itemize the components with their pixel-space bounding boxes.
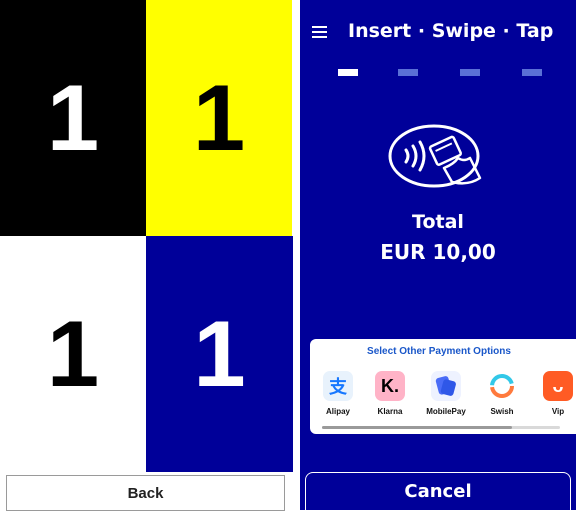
progress-indicator — [338, 69, 548, 77]
swish-icon — [487, 371, 517, 401]
cancel-button[interactable]: Cancel — [305, 472, 571, 510]
payment-option-label: Alipay — [325, 407, 350, 416]
total-label: Total — [412, 211, 464, 233]
payment-option-label: Swish — [490, 407, 514, 416]
payment-option-label: Vip — [551, 407, 565, 416]
blue-cell: 1 — [146, 236, 293, 472]
alipay-icon: 支 — [323, 371, 353, 401]
cell-number: 1 — [46, 301, 100, 406]
contactless-card-icon — [388, 124, 482, 188]
scrollbar-thumb[interactable] — [322, 426, 512, 429]
horizontal-scrollbar[interactable] — [322, 426, 560, 429]
payment-option-label: MobilePay — [426, 407, 466, 416]
color-test-screen: 1 1 1 1 Back — [0, 0, 293, 511]
amount-value: EUR 10,00 — [380, 240, 496, 264]
payment-options-title: Select Other Payment Options — [367, 346, 511, 357]
yellow-cell: 1 — [146, 0, 292, 236]
black-cell: 1 — [0, 0, 146, 236]
cell-number: 1 — [193, 301, 246, 406]
progress-step-active — [338, 69, 358, 76]
payment-option-swish[interactable]: Swish — [476, 371, 528, 416]
vipps-icon: ᴗ — [543, 371, 573, 401]
progress-step — [522, 69, 542, 76]
payment-option-label: Klarna — [377, 407, 403, 416]
progress-step — [460, 69, 480, 76]
progress-step — [398, 69, 418, 76]
page-title: Insert · Swipe · Tap — [348, 20, 554, 42]
hamburger-icon[interactable] — [312, 26, 327, 38]
mobilepay-icon — [431, 371, 461, 401]
klarna-icon: K. — [375, 371, 405, 401]
other-payment-options-panel: Select Other Payment Options 支 Alipay K.… — [310, 339, 576, 434]
cell-number: 1 — [46, 65, 100, 170]
back-button[interactable]: Back — [6, 475, 285, 511]
payment-option-vipps[interactable]: ᴗ Vip — [532, 371, 576, 416]
payment-terminal-screen: Insert · Swipe · Tap Total EUR 10,00 Sel… — [300, 0, 576, 510]
payment-option-mobilepay[interactable]: MobilePay — [420, 371, 472, 416]
cell-number: 1 — [192, 65, 246, 170]
payment-option-klarna[interactable]: K. Klarna — [364, 371, 416, 416]
white-cell: 1 — [0, 236, 146, 472]
payment-option-alipay[interactable]: 支 Alipay — [312, 371, 364, 416]
